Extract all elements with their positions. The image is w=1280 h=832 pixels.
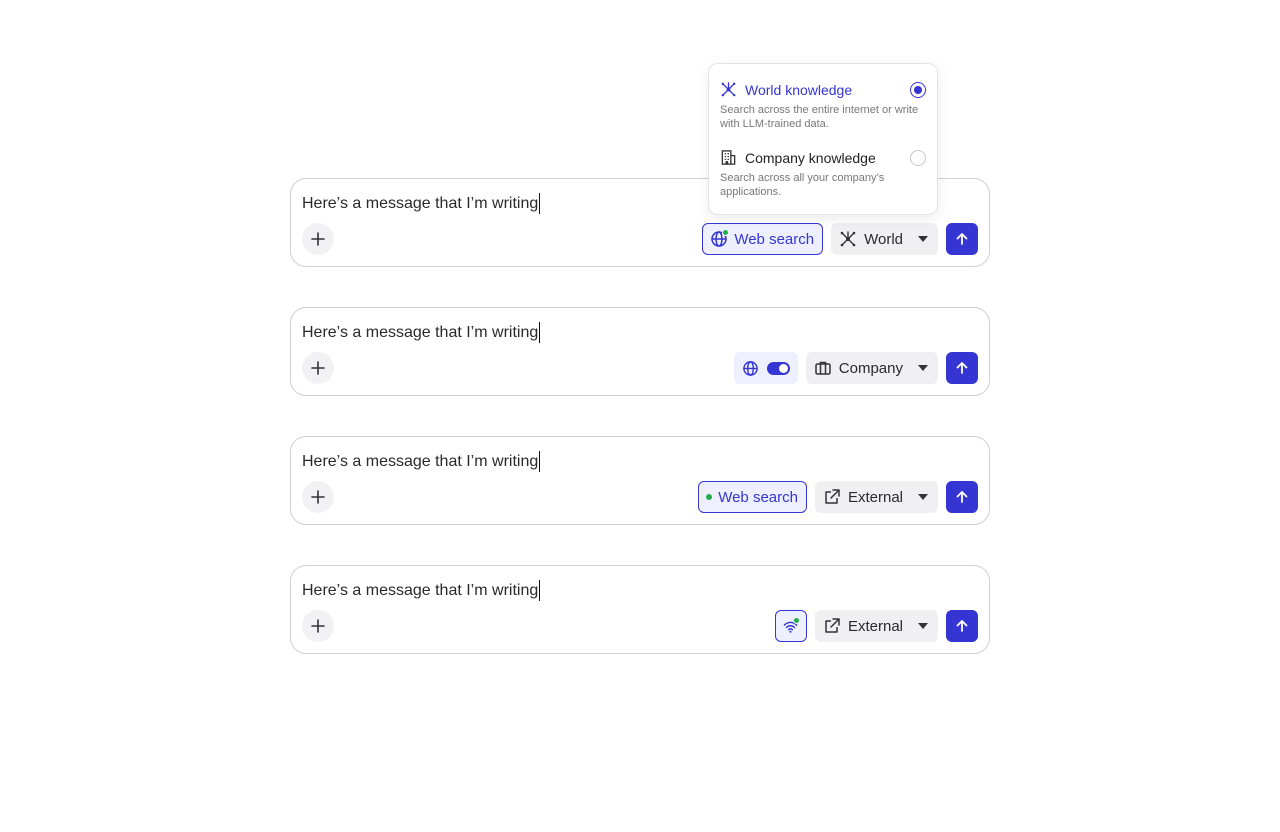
chevron-down-icon <box>918 623 928 629</box>
composer-external-icon: Here’s a message that I’m writing Extern… <box>290 565 990 654</box>
text-caret <box>539 322 541 343</box>
add-attachment-button[interactable] <box>302 352 334 384</box>
text-caret <box>539 451 541 472</box>
web-search-label: Web search <box>734 230 815 248</box>
message-text: Here’s a message that I’m writing <box>302 452 539 470</box>
toggle-switch[interactable] <box>766 361 790 375</box>
knowledge-source-label: External <box>847 617 903 635</box>
composer-controls: External <box>774 610 978 642</box>
add-attachment-button[interactable] <box>302 610 334 642</box>
plus-icon <box>311 490 325 504</box>
message-input[interactable]: Here’s a message that I’m writing <box>302 193 541 214</box>
text-caret <box>539 193 541 214</box>
active-status-dot <box>706 494 713 500</box>
message-input[interactable]: Here’s a message that I’m writing <box>302 580 541 601</box>
arrow-up-icon <box>956 233 968 245</box>
composer-controls: Web search External <box>698 481 978 513</box>
external-link-icon <box>823 488 841 506</box>
arrow-up-icon <box>956 491 968 503</box>
text-caret <box>539 580 541 601</box>
network-icon <box>720 81 737 98</box>
knowledge-source-label: Company <box>838 359 903 377</box>
globe-icon <box>710 229 730 248</box>
plus-icon <box>311 619 325 633</box>
web-search-toggle[interactable]: Web search <box>698 481 807 513</box>
web-search-toggle[interactable]: Web search <box>702 223 824 255</box>
active-status-dot <box>792 617 800 624</box>
knowledge-source-label: World <box>864 230 903 248</box>
radio-selected[interactable] <box>910 82 926 98</box>
chevron-down-icon <box>918 236 928 242</box>
plus-icon <box>311 361 325 375</box>
web-search-switch[interactable] <box>733 352 798 384</box>
message-text: Here’s a message that I’m writing <box>302 323 539 341</box>
external-link-icon <box>823 617 841 635</box>
option-description: Search across the entire internet or wri… <box>720 104 919 130</box>
network-icon <box>839 230 857 248</box>
chevron-down-icon <box>918 494 928 500</box>
message-text: Here’s a message that I’m writing <box>302 194 539 212</box>
chevron-down-icon <box>918 365 928 371</box>
send-button[interactable] <box>946 481 978 513</box>
building-icon <box>720 149 737 166</box>
menu-option-world-knowledge[interactable]: World knowledge Search across the entire… <box>720 81 926 131</box>
send-button[interactable] <box>946 223 978 255</box>
knowledge-source-dropdown[interactable]: World <box>831 223 938 255</box>
send-button[interactable] <box>946 610 978 642</box>
knowledge-source-label: External <box>847 488 903 506</box>
add-attachment-button[interactable] <box>302 223 334 255</box>
web-search-toggle[interactable] <box>774 610 807 642</box>
composer-controls: Company <box>733 352 978 384</box>
briefcase-icon <box>814 359 832 377</box>
send-button[interactable] <box>946 352 978 384</box>
plus-icon <box>311 232 325 246</box>
radio-unselected[interactable] <box>910 150 926 166</box>
add-attachment-button[interactable] <box>302 481 334 513</box>
knowledge-source-dropdown[interactable]: External <box>814 610 938 642</box>
message-input[interactable]: Here’s a message that I’m writing <box>302 322 541 343</box>
message-input[interactable]: Here’s a message that I’m writing <box>302 451 541 472</box>
knowledge-source-menu: World knowledge Search across the entire… <box>708 63 938 215</box>
app-canvas: Here’s a message that I’m writing Web se… <box>0 0 1280 832</box>
option-title: Company knowledge <box>745 149 876 166</box>
arrow-up-icon <box>956 620 968 632</box>
knowledge-source-dropdown[interactable]: Company <box>805 352 938 384</box>
option-title: World knowledge <box>745 81 853 98</box>
arrow-up-icon <box>956 362 968 374</box>
composer-external-chip: Here’s a message that I’m writing Web se… <box>290 436 990 525</box>
globe-icon <box>742 360 759 377</box>
web-search-label: Web search <box>718 488 798 506</box>
composer-controls: Web search World <box>702 223 978 255</box>
composer-company: Here’s a message that I’m writing Compan… <box>290 307 990 396</box>
message-text: Here’s a message that I’m writing <box>302 581 539 599</box>
knowledge-source-dropdown[interactable]: External <box>814 481 938 513</box>
option-description: Search across all your company’s applica… <box>720 172 885 198</box>
menu-option-company-knowledge[interactable]: Company knowledge Search across all your… <box>720 149 926 199</box>
